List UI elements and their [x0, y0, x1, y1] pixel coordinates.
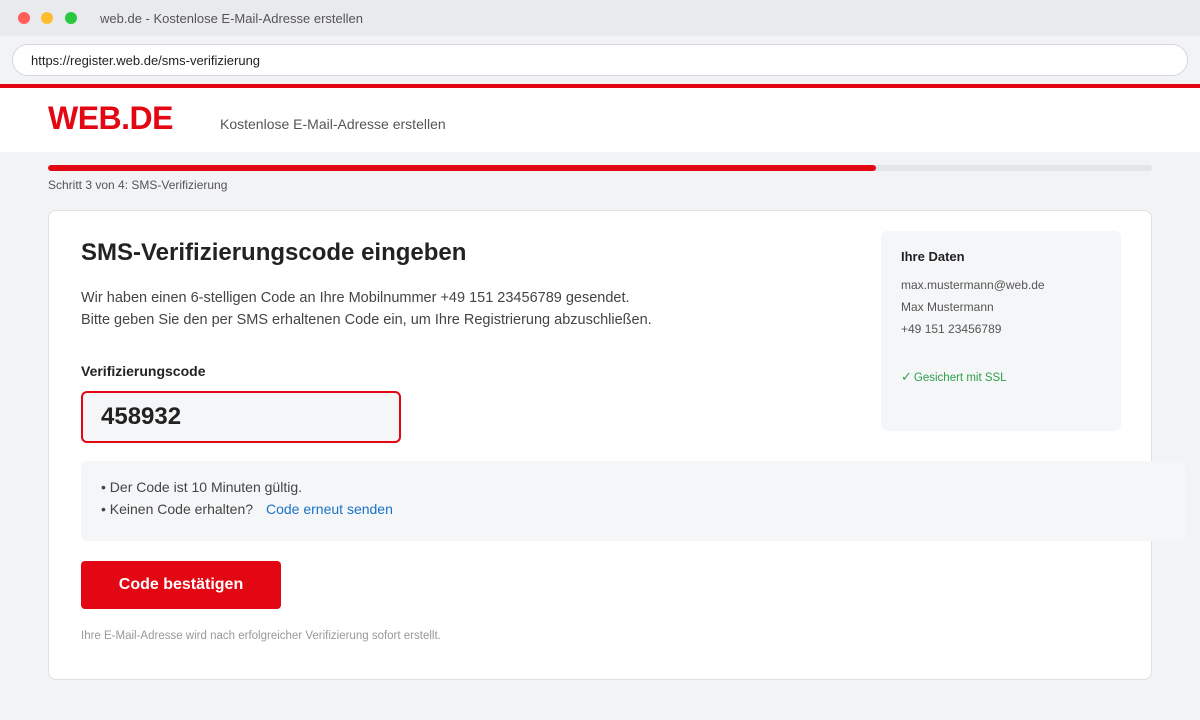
webde-logo[interactable]: WEB.DE — [48, 100, 174, 137]
info-validity: • Der Code ist 10 Minuten gültig. — [101, 479, 303, 495]
user-phone: +49 151 23456789 — [901, 322, 1002, 336]
step-label: Schritt 3 von 4: SMS-Verifizierung — [48, 178, 228, 192]
ssl-badge: ✓ Gesichert mit SSL — [901, 369, 1007, 385]
registration-progress-bar — [48, 165, 1152, 171]
description: Wir haben einen 6-stelligen Code an Ihre… — [81, 287, 841, 331]
check-icon: ✓ — [901, 369, 912, 384]
close-window-button[interactable] — [18, 12, 30, 24]
footnote: Ihre E-Mail-Adresse wird nach erfolgreic… — [81, 630, 441, 642]
url-bar[interactable]: https://register.web.de/sms-verifizierun… — [12, 44, 1188, 76]
minimize-window-button[interactable] — [41, 12, 53, 24]
description-line-2: Bitte geben Sie den per SMS erhaltenen C… — [81, 312, 652, 328]
user-name: Max Mustermann — [901, 300, 994, 314]
verification-card: SMS-Verifizierungscode eingeben Wir habe… — [48, 210, 1185, 680]
confirm-code-button[interactable]: Code bestätigen — [81, 561, 281, 609]
url-text[interactable]: https://register.web.de/sms-verifizierun… — [31, 53, 260, 68]
info-no-code: • Keinen Code erhalten? — [101, 501, 254, 517]
user-email: max.mustermann@web.de — [901, 278, 1045, 292]
window-titlebar: web.de - Kostenlose E-Mail-Adresse erste… — [0, 0, 1200, 36]
maximize-window-button[interactable] — [65, 12, 77, 24]
info-box: • Der Code ist 10 Minuten gültig. • Kein… — [81, 461, 1185, 541]
site-header: WEB.DE Kostenlose E-Mail-Adresse erstell… — [0, 88, 1200, 152]
description-line-1: Wir haben einen 6-stelligen Code an Ihre… — [81, 290, 630, 306]
user-data-panel: Ihre Daten max.mustermann@web.de Max Mus… — [881, 231, 1121, 431]
page-title: SMS-Verifizierungscode eingeben — [81, 239, 467, 266]
ssl-text: Gesichert mit SSL — [913, 372, 1007, 384]
code-field-label: Verifizierungscode — [81, 363, 206, 379]
verification-code-input[interactable] — [81, 391, 401, 443]
header-tagline: Kostenlose E-Mail-Adresse erstellen — [220, 116, 446, 132]
address-row: https://register.web.de/sms-verifizierun… — [0, 36, 1200, 84]
progress-fill — [48, 165, 876, 171]
user-data-title: Ihre Daten — [901, 249, 965, 264]
resend-code-link[interactable]: Code erneut senden — [266, 501, 393, 517]
window-title: web.de - Kostenlose E-Mail-Adresse erste… — [100, 11, 364, 26]
